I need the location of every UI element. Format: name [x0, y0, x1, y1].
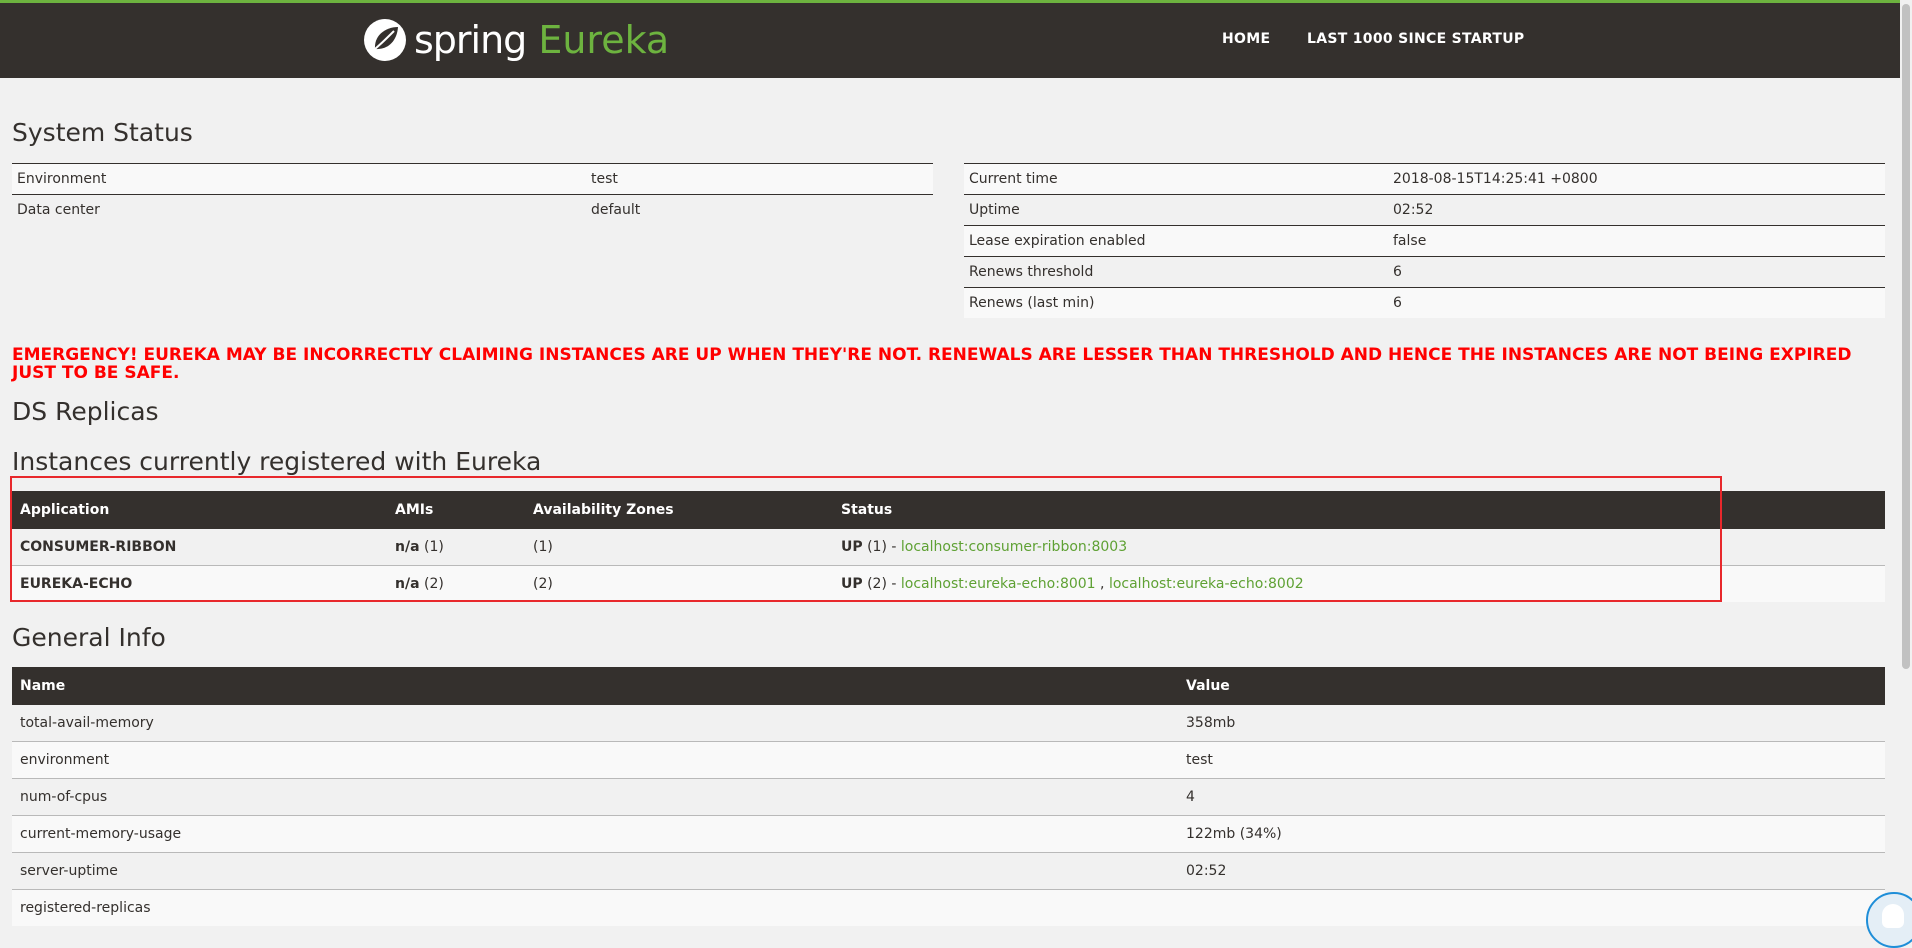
page-scrollbar[interactable] — [1900, 0, 1912, 927]
info-name: total-avail-memory — [12, 705, 1178, 742]
nav-last-1000[interactable]: LAST 1000 SINCE STARTUP — [1307, 31, 1524, 47]
table-row: environment test — [12, 741, 1885, 779]
status-cell: UP (1) - localhost:consumer-ribbon:8003 — [833, 529, 1885, 566]
table-row: num-of-cpus 4 — [12, 778, 1885, 816]
table-header-row: Name Value — [12, 667, 1885, 705]
column-header-status: Status — [833, 491, 1885, 529]
status-row: Uptime 02:52 — [964, 194, 1885, 226]
application-name: CONSUMER-RIBBON — [12, 529, 387, 566]
status-key: Environment — [12, 163, 586, 195]
status-row: Lease expiration enabled false — [964, 225, 1885, 257]
status-row: Current time 2018-08-15T14:25:41 +0800 — [964, 163, 1885, 195]
status-key: Data center — [12, 194, 586, 225]
general-info-table: Name Value total-avail-memory 358mb envi… — [12, 667, 1885, 926]
table-row: EUREKA-ECHO n/a (2) (2) UP (2) - localho… — [12, 565, 1885, 602]
status-row: Environment test — [12, 163, 933, 195]
instance-link[interactable]: localhost:eureka-echo:8001 — [901, 576, 1096, 592]
brand-eureka: Eureka — [538, 18, 670, 62]
robot-face-icon — [1882, 904, 1904, 928]
spring-leaf-icon — [364, 19, 406, 61]
top-navbar: spring Eureka HOME LAST 1000 SINCE START… — [0, 0, 1912, 78]
system-status-title: System Status — [12, 118, 193, 147]
status-value: 6 — [1388, 256, 1885, 288]
floating-assistant-button[interactable] — [1866, 892, 1912, 948]
info-value: 4 — [1178, 778, 1885, 816]
system-status-left-table: Environment test Data center default — [12, 163, 933, 225]
general-info-title: General Info — [12, 623, 166, 652]
status-value: 2018-08-15T14:25:41 +0800 — [1388, 163, 1885, 195]
zones-cell: (1) — [525, 529, 833, 566]
instance-link[interactable]: localhost:consumer-ribbon:8003 — [901, 539, 1127, 555]
table-header-row: Application AMIs Availability Zones Stat… — [12, 491, 1885, 529]
table-row: server-uptime 02:52 — [12, 852, 1885, 890]
info-value: 358mb — [1178, 705, 1885, 742]
status-value: default — [586, 194, 933, 225]
status-key: Lease expiration enabled — [964, 225, 1388, 257]
info-name: num-of-cpus — [12, 778, 1178, 816]
status-row: Renews (last min) 6 — [964, 287, 1885, 318]
info-value: 122mb (34%) — [1178, 815, 1885, 853]
instance-link[interactable]: localhost:eureka-echo:8002 — [1109, 576, 1304, 592]
nav-home[interactable]: HOME — [1222, 31, 1270, 47]
instances-table: Application AMIs Availability Zones Stat… — [12, 491, 1885, 602]
column-header-name: Name — [12, 667, 1178, 705]
status-value: 02:52 — [1388, 194, 1885, 226]
status-value: test — [586, 163, 933, 195]
system-status-right-table: Current time 2018-08-15T14:25:41 +0800 U… — [964, 163, 1885, 318]
ami-cell: n/a (2) — [387, 565, 525, 602]
brand-spring: spring — [414, 18, 527, 62]
table-row: CONSUMER-RIBBON n/a (1) (1) UP (1) - loc… — [12, 529, 1885, 566]
status-key: Renews (last min) — [964, 287, 1388, 318]
column-header-value: Value — [1178, 667, 1885, 705]
status-key: Current time — [964, 163, 1388, 195]
scrollbar-thumb[interactable] — [1902, 4, 1910, 669]
status-cell: UP (2) - localhost:eureka-echo:8001 , lo… — [833, 565, 1885, 602]
instances-title: Instances currently registered with Eure… — [12, 447, 542, 476]
info-value: 02:52 — [1178, 852, 1885, 890]
table-row: total-avail-memory 358mb — [12, 705, 1885, 742]
info-value — [1178, 889, 1885, 926]
status-row: Renews threshold 6 — [964, 256, 1885, 288]
column-header-application: Application — [12, 491, 387, 529]
info-name: environment — [12, 741, 1178, 779]
info-name: current-memory-usage — [12, 815, 1178, 853]
column-header-amis: AMIs — [387, 491, 525, 529]
info-name: server-uptime — [12, 852, 1178, 890]
info-name: registered-replicas — [12, 889, 1178, 926]
table-row: registered-replicas — [12, 889, 1885, 926]
application-name: EUREKA-ECHO — [12, 565, 387, 602]
status-value: false — [1388, 225, 1885, 257]
table-row: current-memory-usage 122mb (34%) — [12, 815, 1885, 853]
info-value: test — [1178, 741, 1885, 779]
status-value: 6 — [1388, 287, 1885, 318]
spring-eureka-logo[interactable]: spring Eureka — [362, 15, 669, 65]
zones-cell: (2) — [525, 565, 833, 602]
emergency-warning: EMERGENCY! EUREKA MAY BE INCORRECTLY CLA… — [12, 345, 1852, 383]
status-key: Uptime — [964, 194, 1388, 226]
column-header-zones: Availability Zones — [525, 491, 833, 529]
status-key: Renews threshold — [964, 256, 1388, 288]
ami-cell: n/a (1) — [387, 529, 525, 566]
ds-replicas-title: DS Replicas — [12, 397, 159, 426]
status-row: Data center default — [12, 194, 933, 225]
